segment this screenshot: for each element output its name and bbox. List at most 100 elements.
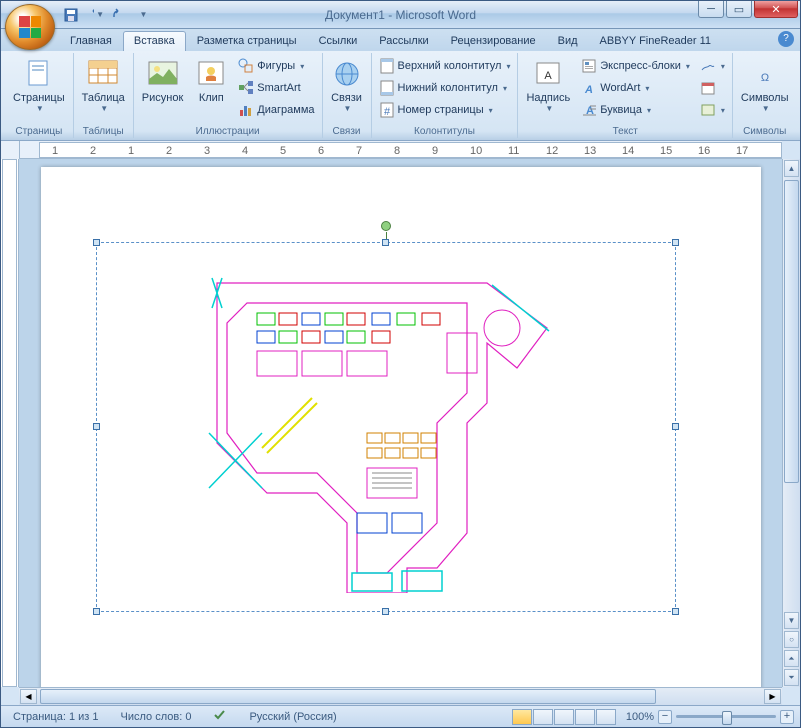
dropcap-icon: A [581, 102, 597, 118]
tab-insert[interactable]: Вставка [123, 31, 186, 51]
group-illustrations: Рисунок Клип Фигуры▾ SmartArt Диаграмма … [134, 53, 323, 138]
scroll-down-button[interactable]: ▼ [784, 612, 799, 629]
omega-icon: Ω [749, 58, 781, 90]
maximize-button[interactable]: ▭ [726, 1, 752, 18]
zoom-in-button[interactable]: + [780, 710, 794, 724]
tab-view[interactable]: Вид [547, 31, 589, 51]
links-button[interactable]: Связи▼ [326, 55, 368, 116]
status-page[interactable]: Страница: 1 из 1 [7, 711, 105, 723]
page-icon [23, 58, 55, 90]
group-pages: Страницы▼ Страницы [5, 53, 74, 138]
picture-button[interactable]: Рисунок [137, 55, 189, 107]
scroll-right-button[interactable]: ▶ [764, 689, 781, 704]
footer-button[interactable]: Нижний колонтитул▾ [375, 77, 515, 99]
tab-review[interactable]: Рецензирование [440, 31, 547, 51]
vertical-scrollbar[interactable]: ▲ ▼ ○ ⏶ ⏷ [782, 159, 800, 687]
scroll-left-button[interactable]: ◀ [20, 689, 37, 704]
rotation-handle[interactable] [381, 221, 391, 231]
help-button[interactable]: ? [778, 31, 794, 47]
view-full-screen[interactable] [533, 709, 553, 725]
inserted-image[interactable] [207, 273, 577, 593]
resize-handle-bm[interactable] [382, 608, 389, 615]
tab-abbyy[interactable]: ABBYY FineReader 11 [589, 31, 723, 51]
object-button[interactable]: ▾ [696, 99, 729, 121]
prev-page-button[interactable]: ⏶ [784, 650, 799, 667]
wordart-button[interactable]: AWordArt▾ [577, 77, 694, 99]
tab-mailings[interactable]: Рассылки [368, 31, 439, 51]
next-page-button[interactable]: ⏷ [784, 669, 799, 686]
picture-icon [147, 58, 179, 90]
signature-icon [700, 58, 716, 74]
ribbon: Страницы▼ Страницы Таблица▼ Таблицы Рису… [1, 51, 800, 141]
svg-text:A: A [545, 70, 553, 82]
view-draft[interactable] [596, 709, 616, 725]
tab-references[interactable]: Ссылки [308, 31, 369, 51]
pages-button[interactable]: Страницы▼ [8, 55, 70, 116]
horizontal-scrollbar[interactable]: ◀ ▶ [19, 687, 782, 705]
status-words[interactable]: Число слов: 0 [115, 711, 198, 723]
signature-button[interactable]: ▾ [696, 55, 729, 77]
vertical-ruler[interactable] [1, 159, 19, 687]
qat-customize[interactable]: ▼ [133, 5, 152, 24]
group-tables: Таблица▼ Таблицы [74, 53, 134, 138]
tab-layout[interactable]: Разметка страницы [186, 31, 308, 51]
chart-button[interactable]: Диаграмма [234, 99, 318, 121]
group-header-footer: Верхний колонтитул▾ Нижний колонтитул▾ #… [372, 53, 519, 138]
resize-handle-tm[interactable] [382, 239, 389, 246]
table-button[interactable]: Таблица▼ [77, 55, 130, 116]
resize-handle-bl[interactable] [93, 608, 100, 615]
clip-icon [195, 58, 227, 90]
clip-button[interactable]: Клип [190, 55, 232, 107]
wordart-icon: A [581, 80, 597, 96]
quickparts-button[interactable]: Экспресс-блоки▾ [577, 55, 694, 77]
pagenum-icon: # [379, 102, 395, 118]
scroll-thumb-v[interactable] [784, 180, 799, 483]
footer-icon [379, 80, 395, 96]
close-button[interactable]: ✕ [754, 1, 798, 18]
smartart-button[interactable]: SmartArt [234, 77, 318, 99]
header-button[interactable]: Верхний колонтитул▾ [375, 55, 515, 77]
horizontal-ruler[interactable]: 121234567891011121314151617 [19, 141, 782, 159]
resize-handle-br[interactable] [672, 608, 679, 615]
browse-object-button[interactable]: ○ [784, 631, 799, 648]
save-button[interactable] [61, 5, 80, 24]
selected-object-frame[interactable] [96, 242, 676, 612]
statusbar: Страница: 1 из 1 Число слов: 0 Русский (… [1, 705, 800, 727]
redo-button[interactable] [109, 5, 128, 24]
view-web-layout[interactable] [554, 709, 574, 725]
resize-handle-tr[interactable] [672, 239, 679, 246]
undo-button[interactable]: ▼ [85, 5, 104, 24]
textbox-icon: A [532, 58, 564, 90]
scroll-up-button[interactable]: ▲ [784, 160, 799, 177]
zoom-out-button[interactable]: − [658, 710, 672, 724]
svg-text:#: # [383, 106, 390, 118]
tab-home[interactable]: Главная [59, 31, 123, 51]
page-canvas[interactable] [19, 159, 782, 687]
zoom-slider[interactable] [676, 715, 776, 718]
pagenum-button[interactable]: #Номер страницы▾ [375, 99, 515, 121]
resize-handle-ml[interactable] [93, 423, 100, 430]
symbols-button[interactable]: Ω Символы▼ [736, 55, 794, 116]
shapes-button[interactable]: Фигуры▾ [234, 55, 318, 77]
svg-text:Ω: Ω [761, 72, 769, 84]
office-button[interactable] [5, 4, 55, 50]
view-outline[interactable] [575, 709, 595, 725]
datetime-button[interactable] [696, 77, 729, 99]
status-proofing-icon[interactable] [207, 708, 233, 725]
header-icon [379, 58, 395, 74]
group-links: Связи▼ Связи [323, 53, 372, 138]
link-icon [331, 58, 363, 90]
dropcap-button[interactable]: AБуквица▾ [577, 99, 694, 121]
chart-icon [238, 102, 254, 118]
zoom-level[interactable]: 100% [626, 711, 654, 723]
resize-handle-mr[interactable] [672, 423, 679, 430]
status-language[interactable]: Русский (Россия) [243, 711, 342, 723]
scroll-thumb-h[interactable] [40, 689, 656, 704]
titlebar: ▼ ▼ Документ1 - Microsoft Word ─ ▭ ✕ [1, 1, 800, 29]
resize-handle-tl[interactable] [93, 239, 100, 246]
group-text: A Надпись▼ Экспресс-блоки▾ AWordArt▾ AБу… [518, 53, 732, 138]
view-print-layout[interactable] [512, 709, 532, 725]
document-page[interactable] [41, 167, 761, 687]
minimize-button[interactable]: ─ [698, 1, 724, 18]
textbox-button[interactable]: A Надпись▼ [521, 55, 575, 116]
